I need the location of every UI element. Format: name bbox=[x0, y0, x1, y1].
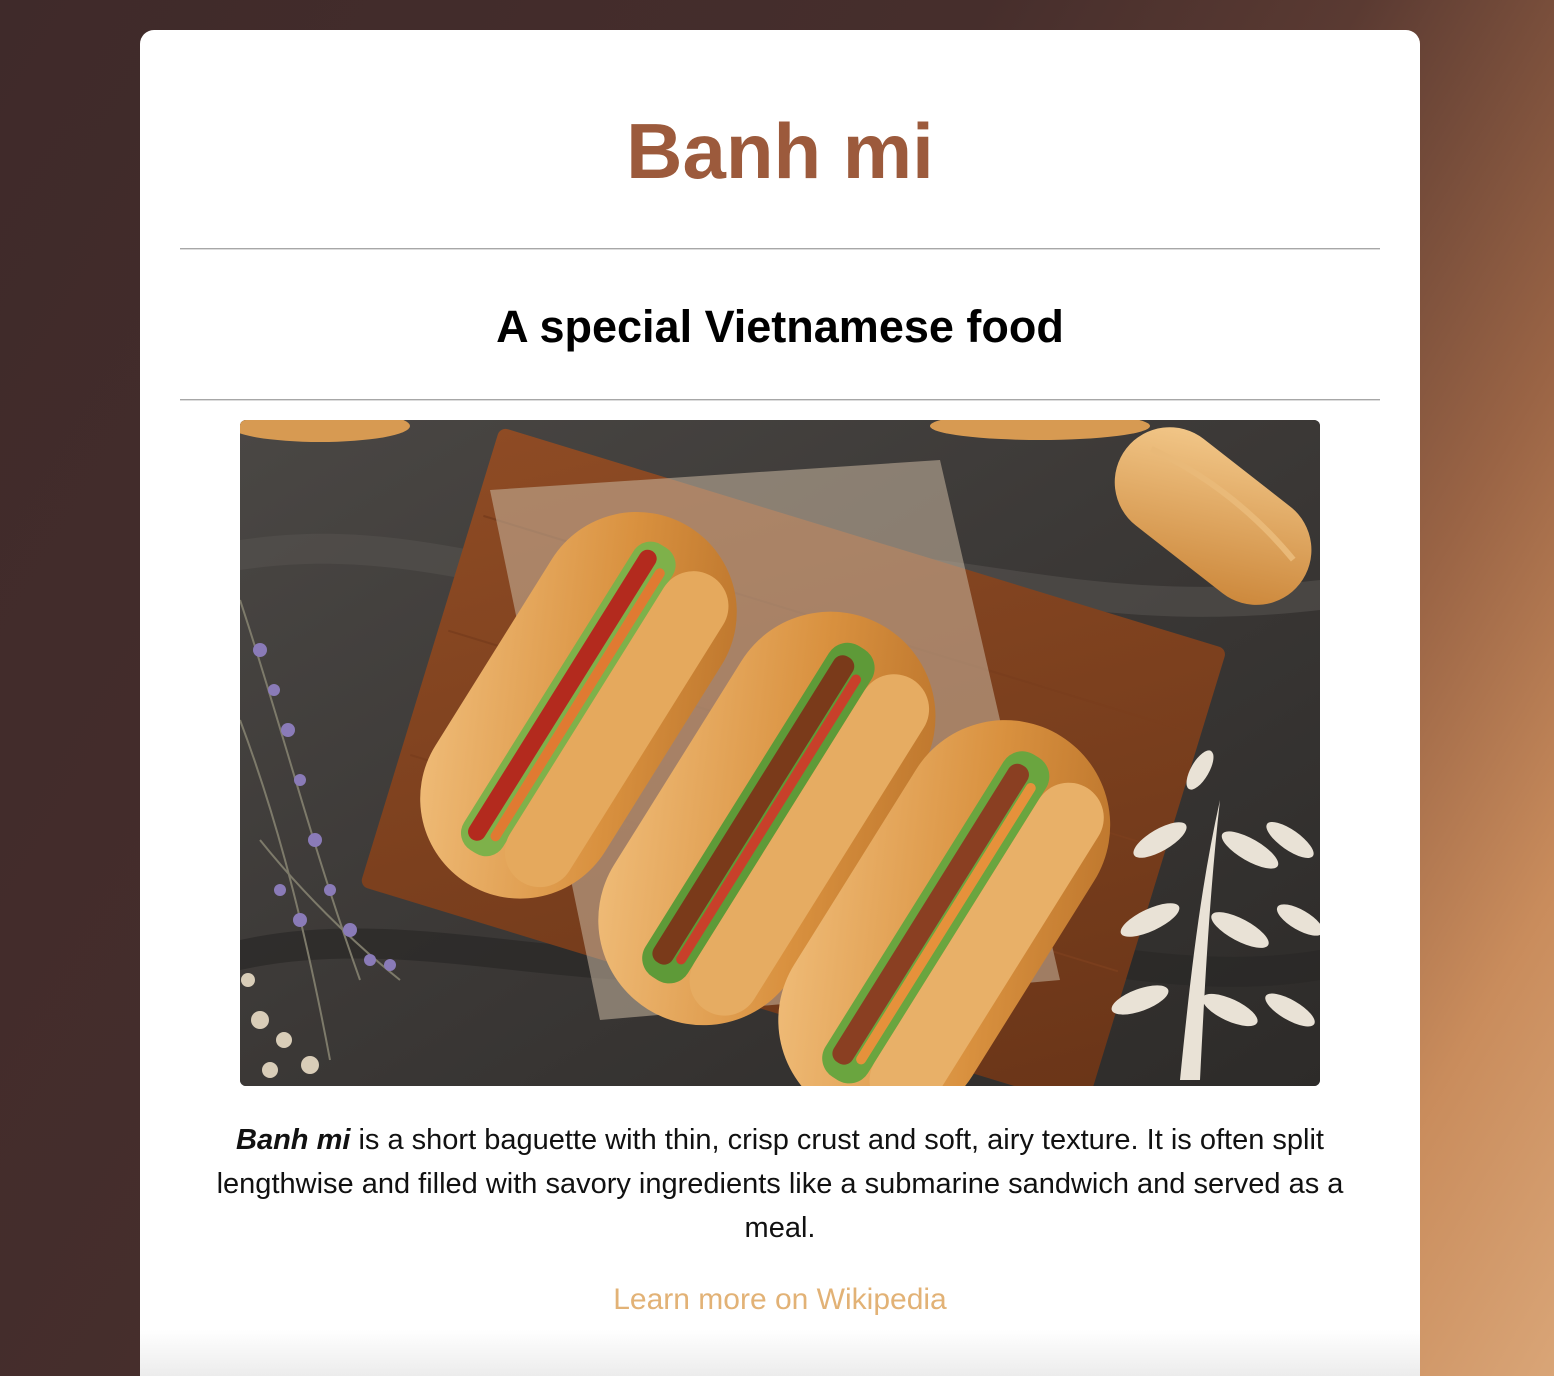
divider-bottom bbox=[180, 399, 1380, 401]
wikipedia-link[interactable]: Learn more on Wikipedia bbox=[140, 1282, 1420, 1318]
banh-mi-photo bbox=[240, 420, 1320, 1086]
divider-top bbox=[180, 248, 1380, 250]
content-card: Banh mi A special Vietnamese food Banh m… bbox=[140, 30, 1420, 1376]
description-paragraph: Banh mi is a short baguette with thin, c… bbox=[200, 1118, 1360, 1250]
page-title: Banh mi bbox=[626, 107, 934, 195]
description-term: Banh mi bbox=[236, 1124, 351, 1156]
description-text: is a short baguette with thin, crisp cru… bbox=[216, 1124, 1344, 1244]
page-subtitle: A special Vietnamese food bbox=[496, 301, 1064, 352]
